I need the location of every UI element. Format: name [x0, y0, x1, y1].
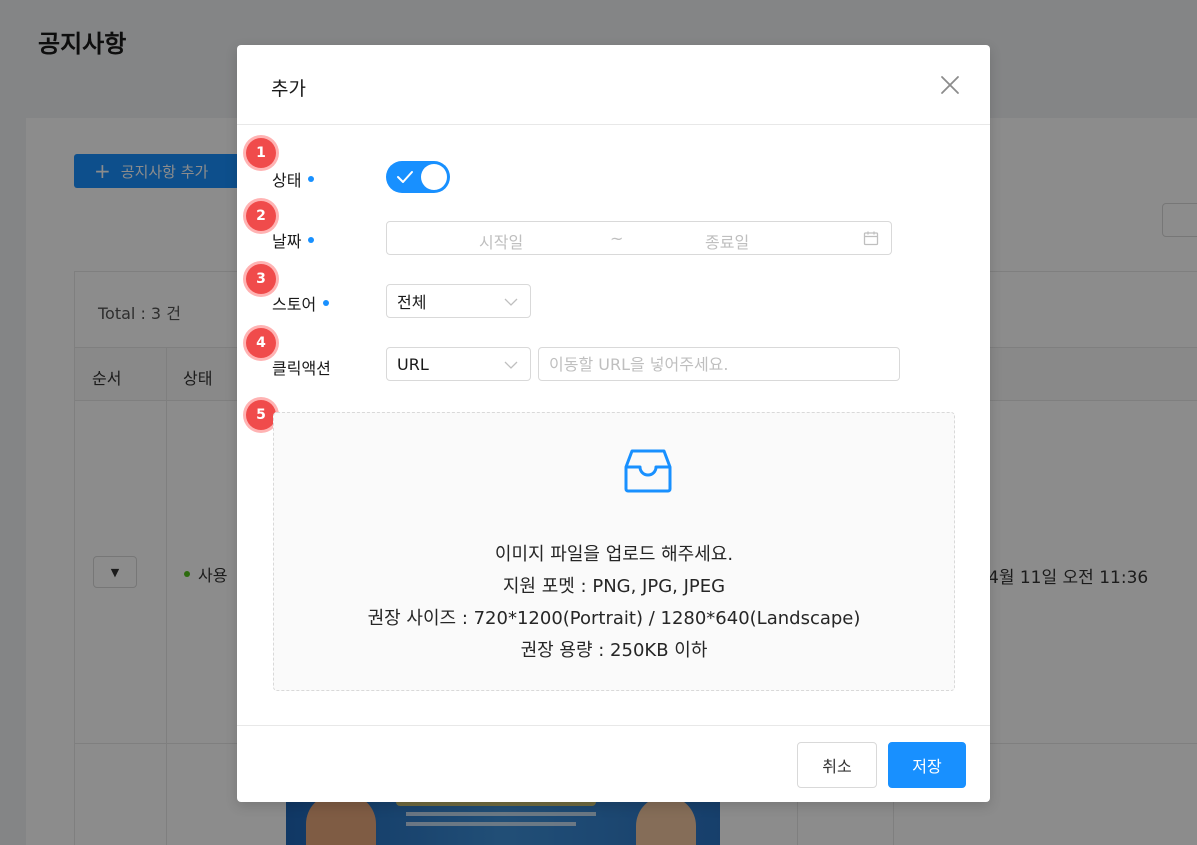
modal-footer [237, 725, 990, 802]
status-label: 상태 [272, 167, 315, 191]
start-date-input[interactable]: 시작일 [479, 229, 523, 253]
end-date-input[interactable]: 종료일 [705, 229, 749, 253]
close-button[interactable] [938, 73, 962, 97]
upload-line-3: 권장 사이즈 : 720*1200(Portrait) / 1280*640(L… [367, 608, 861, 629]
range-separator: ~ [610, 229, 624, 248]
add-modal: 추가 1 2 3 4 5 상태 날짜 시작일 ~ 종료일 스토어 전체 클릭액션… [237, 45, 990, 802]
date-label-text: 날짜 [272, 232, 302, 251]
status-label-text: 상태 [272, 171, 302, 190]
step-badge-5: 5 [246, 400, 276, 430]
step-badge-1: 1 [246, 138, 276, 168]
click-action-label: 클릭액션 [272, 355, 331, 379]
cancel-button[interactable]: 취소 [797, 742, 877, 788]
modal-header: 추가 [237, 45, 990, 125]
store-label-text: 스토어 [272, 295, 317, 314]
image-upload-dropzone[interactable]: 이미지 파일을 업로드 해주세요. 지원 포멧 : PNG, JPG, JPEG… [273, 412, 955, 691]
step-badge-2: 2 [246, 201, 276, 231]
store-label: 스토어 [272, 291, 330, 315]
upload-instructions: 이미지 파일을 업로드 해주세요. 지원 포멧 : PNG, JPG, JPEG… [274, 539, 954, 667]
step-badge-4: 4 [246, 328, 276, 358]
date-label: 날짜 [272, 228, 315, 252]
required-dot [308, 176, 315, 182]
click-action-label-text: 클릭액션 [272, 359, 331, 378]
required-dot [308, 237, 315, 243]
close-icon [941, 76, 959, 94]
toggle-knob [421, 164, 447, 190]
modal-title: 추가 [271, 78, 306, 100]
inbox-icon [624, 449, 672, 493]
chevron-down-icon [504, 298, 518, 306]
upload-line-4: 권장 용량 : 250KB 이하 [520, 640, 708, 661]
upload-line-1: 이미지 파일을 업로드 해주세요. [494, 544, 734, 565]
status-toggle[interactable] [386, 161, 450, 193]
date-range-picker[interactable]: 시작일 ~ 종료일 [386, 221, 892, 255]
store-select[interactable]: 전체 [386, 284, 531, 318]
check-icon [397, 171, 413, 183]
store-select-value: 전체 [397, 293, 427, 312]
required-dot [323, 300, 330, 306]
upload-line-2: 지원 포멧 : PNG, JPG, JPEG [502, 576, 726, 597]
save-button[interactable]: 저장 [888, 742, 966, 788]
url-input[interactable] [538, 347, 900, 381]
calendar-icon [863, 231, 879, 246]
click-action-select[interactable]: URL [386, 347, 531, 381]
step-badge-3: 3 [246, 264, 276, 294]
chevron-down-icon [504, 361, 518, 369]
click-action-select-value: URL [397, 354, 429, 374]
